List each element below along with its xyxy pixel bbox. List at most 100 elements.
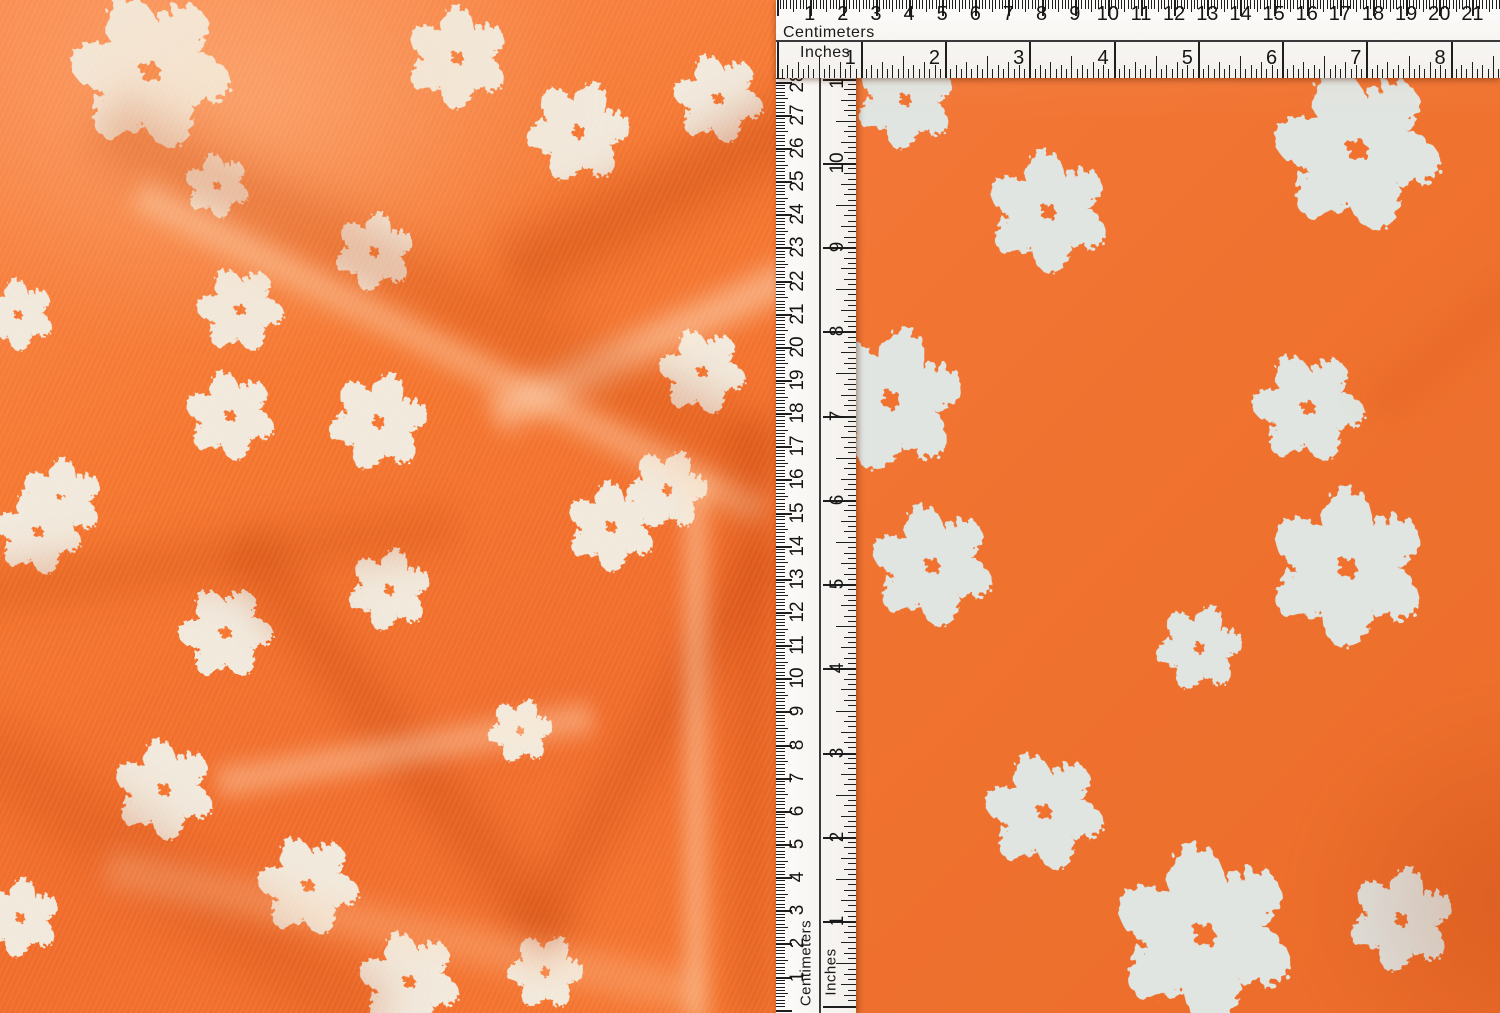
ruler-tick	[776, 466, 785, 467]
flower	[1241, 341, 1375, 475]
ruler-tick	[887, 69, 888, 78]
ruler-tick	[1298, 69, 1299, 78]
flower	[245, 823, 371, 949]
ruler-tick	[1393, 0, 1394, 9]
ruler-tick	[776, 499, 785, 500]
inches-label: Inches	[800, 44, 850, 62]
ruler-tick	[776, 509, 785, 510]
ruler-tick	[848, 737, 857, 738]
ruler-tick	[776, 605, 785, 606]
ruler-tick	[776, 387, 785, 388]
ruler-tick	[1498, 69, 1499, 78]
flower	[91, 717, 237, 863]
ruler-tick	[776, 440, 785, 441]
ruler-tick	[848, 958, 857, 959]
ruler-tick	[776, 695, 788, 696]
ruler-tick	[776, 450, 785, 451]
ruler-tick	[776, 784, 785, 785]
ruler-tick	[1235, 69, 1236, 78]
ruler-tick	[896, 0, 897, 9]
ruler-tick	[848, 726, 857, 727]
ruler-tick	[776, 264, 788, 265]
ruler-number: 7	[827, 410, 849, 421]
ruler-tick	[1372, 69, 1373, 78]
ruler-tick	[848, 653, 857, 654]
ruler-tick	[776, 122, 785, 123]
ruler-tick	[776, 443, 785, 444]
ruler-tick	[848, 926, 857, 927]
ruler-tick	[877, 69, 878, 78]
ruler-tick	[926, 0, 927, 12]
ruler-tick	[776, 430, 788, 431]
ruler-tick	[844, 531, 856, 532]
ruler-tick	[903, 56, 904, 78]
ruler-number: 25	[787, 171, 809, 192]
ruler-tick	[1061, 65, 1062, 78]
ruler-tick	[848, 537, 857, 538]
ruler-number: 9	[1069, 3, 1080, 26]
ruler-tick	[776, 658, 785, 659]
ruler-tick	[776, 718, 785, 719]
ruler-tick	[848, 600, 857, 601]
ruler-tick	[982, 0, 983, 9]
ruler-tick	[848, 905, 857, 906]
ruler-tick	[1103, 65, 1104, 78]
ruler-tick	[1393, 69, 1394, 78]
ruler-tick	[776, 476, 785, 477]
ruler-tick	[1308, 69, 1309, 78]
ruler-tick	[776, 354, 785, 355]
ruler-tick	[848, 431, 857, 432]
ruler-number: 8	[1036, 3, 1047, 26]
ruler-tick	[1071, 56, 1072, 78]
ruler-tick	[924, 62, 925, 78]
ruler-tick	[776, 572, 785, 573]
ruler-tick	[1445, 69, 1446, 78]
ruler-tick	[1459, 0, 1460, 9]
ruler-tick	[803, 69, 804, 78]
ruler-tick	[841, 605, 856, 606]
ruler-tick	[776, 489, 785, 490]
ruler-tick	[844, 742, 856, 743]
ruler-tick	[1224, 69, 1225, 78]
ruler-tick	[871, 65, 872, 78]
ruler-tick	[863, 0, 864, 9]
ruler-tick	[808, 65, 809, 78]
ruler-tick	[776, 128, 785, 129]
ruler-tick	[844, 616, 856, 617]
ruler-tick	[1403, 69, 1404, 78]
ruler-tick	[836, 795, 856, 796]
ruler-tick	[1272, 65, 1273, 78]
ruler-tick	[844, 342, 856, 343]
ruler-tick	[1014, 69, 1015, 78]
ruler-tick	[776, 890, 785, 891]
ruler-tick	[848, 136, 857, 137]
ruler-tick	[776, 648, 785, 649]
fabric-fold	[76, 73, 800, 516]
ruler-tick	[776, 473, 785, 474]
ruler-tick	[776, 675, 785, 676]
ruler-tick	[776, 632, 785, 633]
ruler-tick	[776, 738, 785, 739]
ruler-tick	[932, 0, 933, 9]
ruler-tick	[848, 684, 857, 685]
ruler-tick	[1032, 0, 1033, 9]
ruler-tick	[776, 155, 785, 156]
ruler-tick	[776, 798, 785, 799]
ruler-tick	[776, 112, 785, 113]
ruler-tick	[1477, 69, 1478, 78]
ruler-number: 14	[1229, 3, 1251, 26]
ruler-tick	[1456, 0, 1457, 12]
ruler-tick	[776, 907, 785, 908]
ruler-tick	[776, 539, 785, 540]
ruler-number: 13	[1196, 3, 1218, 26]
ruler-tick	[1390, 0, 1391, 12]
ruler-tick	[1091, 0, 1092, 12]
ruler-tick	[776, 291, 785, 292]
ruler-tick	[841, 268, 856, 269]
ruler-tick	[786, 0, 787, 9]
ruler-number: 3	[870, 3, 881, 26]
ruler-tick	[848, 526, 857, 527]
ruler-tick	[844, 595, 856, 596]
ruler-tick	[844, 426, 856, 427]
ruler-tick	[776, 320, 785, 321]
